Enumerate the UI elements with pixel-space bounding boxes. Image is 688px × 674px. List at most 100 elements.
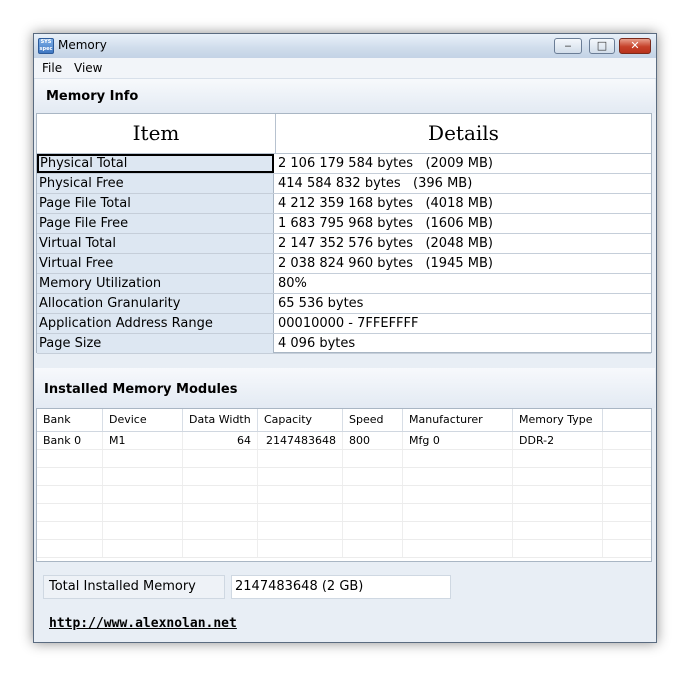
memory-window: SYS spec Memory ‒ □ ✕ File View Memory In… bbox=[33, 33, 657, 643]
modules-title: Installed Memory Modules bbox=[44, 382, 238, 397]
modules-table-cell bbox=[183, 468, 258, 485]
menu-file[interactable]: File bbox=[42, 61, 62, 75]
modules-table-cell bbox=[258, 522, 343, 539]
menu-view[interactable]: View bbox=[74, 61, 102, 75]
modules-column-header[interactable]: Device bbox=[103, 409, 183, 431]
minimize-icon: ‒ bbox=[564, 39, 572, 52]
modules-table-cell bbox=[183, 540, 258, 557]
total-installed-memory-value[interactable]: 2147483648 (2 GB) bbox=[231, 575, 451, 599]
info-value-cell[interactable]: 2 038 824 960 bytes (1945 MB) bbox=[278, 254, 648, 273]
info-row[interactable]: Virtual Total 2 147 352 576 bytes (2048 M… bbox=[37, 234, 651, 254]
info-item-cell[interactable]: Virtual Free bbox=[37, 254, 274, 273]
modules-table-cell bbox=[103, 504, 183, 521]
info-row[interactable]: Application Address Range 00010000 - 7FFE… bbox=[37, 314, 651, 334]
info-value-cell[interactable]: 2 147 352 576 bytes (2048 MB) bbox=[278, 234, 648, 253]
info-value-cell[interactable]: 4 212 359 168 bytes (4018 MB) bbox=[278, 194, 648, 213]
info-row[interactable]: Page File Total 4 212 359 168 bytes (4018… bbox=[37, 194, 651, 214]
modules-table-cell bbox=[343, 522, 403, 539]
modules-table-cell bbox=[103, 468, 183, 485]
modules-table-cell bbox=[343, 540, 403, 557]
maximize-button[interactable]: □ bbox=[589, 38, 615, 54]
modules-table-cell bbox=[37, 468, 103, 485]
info-item-cell[interactable]: Physical Free bbox=[37, 174, 274, 193]
modules-table-cell bbox=[403, 468, 513, 485]
modules-table-cell bbox=[183, 504, 258, 521]
modules-table-cell bbox=[343, 468, 403, 485]
modules-table-cell: M1 bbox=[103, 432, 183, 449]
column-header-details[interactable]: Details bbox=[276, 114, 651, 154]
modules-table-cell: 800 bbox=[343, 432, 403, 449]
modules-column-header[interactable]: Memory Type bbox=[513, 409, 603, 431]
info-row[interactable]: Page File Free 1 683 795 968 bytes (1606 … bbox=[37, 214, 651, 234]
info-row[interactable]: Page Size 4 096 bytes bbox=[37, 334, 651, 354]
info-value-cell[interactable]: 414 584 832 bytes (396 MB) bbox=[278, 174, 648, 193]
modules-column-header[interactable]: Data Width bbox=[183, 409, 258, 431]
total-installed-memory-label: Total Installed Memory bbox=[43, 575, 225, 599]
modules-table-cell bbox=[37, 540, 103, 557]
modules-table-cell bbox=[513, 504, 603, 521]
website-link[interactable]: http://www.alexnolan.net bbox=[49, 616, 237, 631]
info-item-cell[interactable]: Allocation Granularity bbox=[37, 294, 274, 313]
modules-table-cell bbox=[103, 486, 183, 503]
maximize-icon: □ bbox=[596, 39, 608, 52]
info-row[interactable]: Allocation Granularity 65 536 bytes bbox=[37, 294, 651, 314]
modules-table-cell bbox=[37, 504, 103, 521]
modules-table-row[interactable]: Bank 0 M1 64 2147483648 800 Mfg 0 DDR-2 bbox=[37, 432, 651, 450]
modules-table-cell bbox=[103, 450, 183, 467]
info-item-cell[interactable]: Memory Utilization bbox=[37, 274, 274, 293]
modules-column-header[interactable]: Speed bbox=[343, 409, 403, 431]
modules-table-cell bbox=[37, 450, 103, 467]
info-value-cell[interactable]: 2 106 179 584 bytes (2009 MB) bbox=[278, 154, 648, 173]
info-row[interactable]: Virtual Free 2 038 824 960 bytes (1945 MB… bbox=[37, 254, 651, 274]
modules-table-cell bbox=[183, 450, 258, 467]
modules-table-cell: 2147483648 bbox=[258, 432, 343, 449]
info-row[interactable]: Memory Utilization 80% bbox=[37, 274, 651, 294]
info-value-cell[interactable]: 00010000 - 7FFEFFFF bbox=[278, 314, 648, 333]
modules-column-header[interactable]: Bank bbox=[37, 409, 103, 431]
info-item-cell[interactable]: Page File Free bbox=[37, 214, 274, 233]
modules-table-cell bbox=[258, 450, 343, 467]
info-item-cell[interactable]: Physical Total bbox=[37, 154, 274, 173]
minimize-button[interactable]: ‒ bbox=[554, 38, 582, 54]
modules-table-cell: Mfg 0 bbox=[403, 432, 513, 449]
modules-table-cell bbox=[37, 486, 103, 503]
modules-table-cell bbox=[103, 540, 183, 557]
modules-table-cell bbox=[258, 540, 343, 557]
modules-table-cell: DDR-2 bbox=[513, 432, 603, 449]
memory-info-table: Item Details Physical Total 2 106 179 584… bbox=[36, 113, 652, 354]
info-row[interactable]: Physical Total 2 106 179 584 bytes (2009 … bbox=[37, 154, 651, 174]
modules-table-cell bbox=[258, 504, 343, 521]
modules-table-cell bbox=[513, 468, 603, 485]
modules-table-row bbox=[37, 486, 651, 504]
modules-table-cell bbox=[343, 486, 403, 503]
info-value-cell[interactable]: 1 683 795 968 bytes (1606 MB) bbox=[278, 214, 648, 233]
info-row[interactable]: Physical Free 414 584 832 bytes (396 MB) bbox=[37, 174, 651, 194]
info-item-cell[interactable]: Virtual Total bbox=[37, 234, 274, 253]
memory-info-title: Memory Info bbox=[46, 89, 139, 104]
column-header-item[interactable]: Item bbox=[37, 114, 276, 154]
menu-bar: File View bbox=[34, 58, 656, 79]
modules-table-row bbox=[37, 450, 651, 468]
close-icon: ✕ bbox=[630, 39, 640, 52]
window-title: Memory bbox=[58, 38, 107, 52]
modules-table-cell: 64 bbox=[183, 432, 258, 449]
modules-column-header[interactable]: Capacity bbox=[258, 409, 343, 431]
modules-table-cell bbox=[258, 468, 343, 485]
modules-table-row bbox=[37, 504, 651, 522]
info-value-cell[interactable]: 4 096 bytes bbox=[278, 334, 648, 353]
modules-table-cell bbox=[183, 486, 258, 503]
modules-table-row bbox=[37, 522, 651, 540]
info-item-cell[interactable]: Page Size bbox=[37, 334, 274, 353]
modules-table-cell bbox=[343, 450, 403, 467]
modules-table-cell bbox=[37, 522, 103, 539]
close-button[interactable]: ✕ bbox=[619, 38, 651, 54]
info-value-cell[interactable]: 80% bbox=[278, 274, 648, 293]
modules-column-header[interactable]: Manufacturer bbox=[403, 409, 513, 431]
info-item-cell[interactable]: Application Address Range bbox=[37, 314, 274, 333]
modules-table-cell bbox=[258, 486, 343, 503]
modules-table-cell bbox=[183, 522, 258, 539]
modules-table-cell bbox=[403, 486, 513, 503]
title-bar[interactable]: SYS spec Memory ‒ □ ✕ bbox=[34, 34, 656, 58]
info-item-cell[interactable]: Page File Total bbox=[37, 194, 274, 213]
info-value-cell[interactable]: 65 536 bytes bbox=[278, 294, 648, 313]
